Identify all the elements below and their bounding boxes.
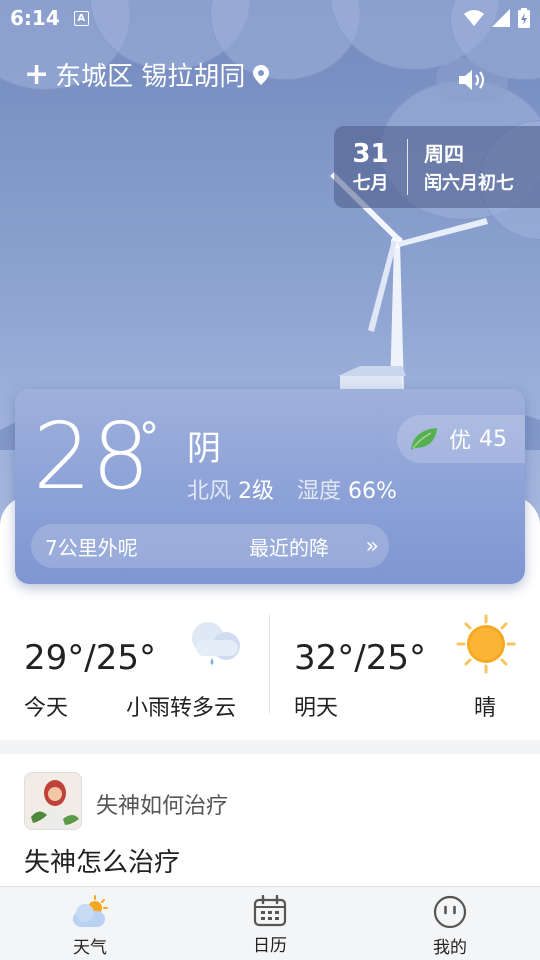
degree-symbol: ° — [139, 415, 159, 461]
rain-forecast-ticker[interactable]: 7公里外呢 最近的降 » — [31, 524, 389, 568]
add-city-icon[interactable]: + — [24, 59, 49, 90]
today-condition: 小雨转多云 — [126, 696, 237, 721]
profile-face-icon — [433, 895, 467, 929]
air-quality-badge[interactable]: 优 45 — [397, 415, 525, 463]
solar-date: 31 七月 — [334, 139, 408, 195]
location-pin-icon — [253, 64, 270, 85]
nav-label-calendar: 日历 — [253, 936, 287, 956]
nav-tab-weather[interactable]: 天气 — [0, 887, 180, 960]
status-time: 6:14 — [10, 6, 60, 30]
leaf-icon — [411, 428, 437, 450]
date-day: 31 — [352, 139, 389, 169]
cloud-rain-icon — [192, 622, 240, 665]
location-selector[interactable]: + 东城区 锡拉胡同 — [24, 56, 270, 93]
wifi-icon — [464, 10, 484, 26]
nav-tab-calendar[interactable]: 日历 — [180, 887, 360, 960]
status-bar: 6:14 A — [0, 0, 540, 36]
nav-label-profile: 我的 — [433, 938, 467, 958]
aqi-value: 45 — [479, 426, 508, 452]
date-panel[interactable]: 31 七月 周四 闰六月初七 — [334, 126, 540, 208]
lunar-date: 周四 闰六月初七 — [408, 139, 514, 195]
nav-label-weather: 天气 — [73, 938, 107, 958]
status-icons — [464, 8, 530, 28]
voice-broadcast-button[interactable] — [436, 58, 508, 102]
daily-forecast: 29°/25° 今天 小雨转多云 32°/25° 明天 晴 — [0, 600, 540, 740]
nav-tab-profile[interactable]: 我的 — [360, 887, 540, 960]
wind-direction: 北风 — [187, 479, 232, 504]
wind-humidity-row: 北风 2级 湿度 66% — [187, 473, 397, 505]
location-name: 东城区 锡拉胡同 — [55, 62, 246, 92]
notification-app-icon: A — [73, 10, 89, 26]
news-feed-item[interactable]: 失神如何治疗 失神怎么治疗 — [0, 754, 540, 886]
weekday: 周四 — [424, 142, 464, 166]
avatar — [24, 772, 82, 830]
double-chevron-right-icon: » — [365, 533, 379, 559]
current-temperature: 28 — [33, 403, 151, 510]
sun-icon — [456, 614, 516, 674]
today-temperature: 29°/25° — [24, 638, 156, 678]
forecast-divider — [269, 614, 270, 714]
date-month: 七月 — [352, 173, 389, 194]
ticker-text-1: 7公里外呢 — [45, 535, 138, 560]
speaker-icon — [459, 70, 485, 90]
humidity-label: 湿度 — [297, 479, 342, 504]
tomorrow-condition: 晴 — [474, 696, 497, 721]
cellular-signal-icon — [492, 9, 510, 27]
bottom-navigation: 天气 日历 我的 — [0, 886, 540, 960]
ticker-text-2: 最近的降 — [249, 535, 329, 560]
battery-charging-icon — [518, 8, 530, 28]
humidity-value: 66% — [348, 479, 397, 504]
calendar-icon — [253, 895, 287, 927]
feed-subtitle: 失神如何治疗 — [96, 794, 229, 819]
current-condition: 阴 — [187, 429, 221, 469]
weather-icon — [73, 895, 108, 927]
wind-level: 2级 — [238, 479, 275, 504]
feed-title: 失神怎么治疗 — [24, 848, 181, 878]
current-weather-card[interactable]: 28 ° 阴 北风 2级 湿度 66% 优 45 7公里外呢 最近的降 » — [15, 389, 525, 584]
lunar-date-text: 闰六月初七 — [424, 173, 514, 194]
tomorrow-temperature: 32°/25° — [294, 638, 426, 678]
aqi-label: 优 — [449, 429, 472, 454]
today-label: 今天 — [24, 696, 69, 721]
tomorrow-label: 明天 — [294, 696, 339, 721]
